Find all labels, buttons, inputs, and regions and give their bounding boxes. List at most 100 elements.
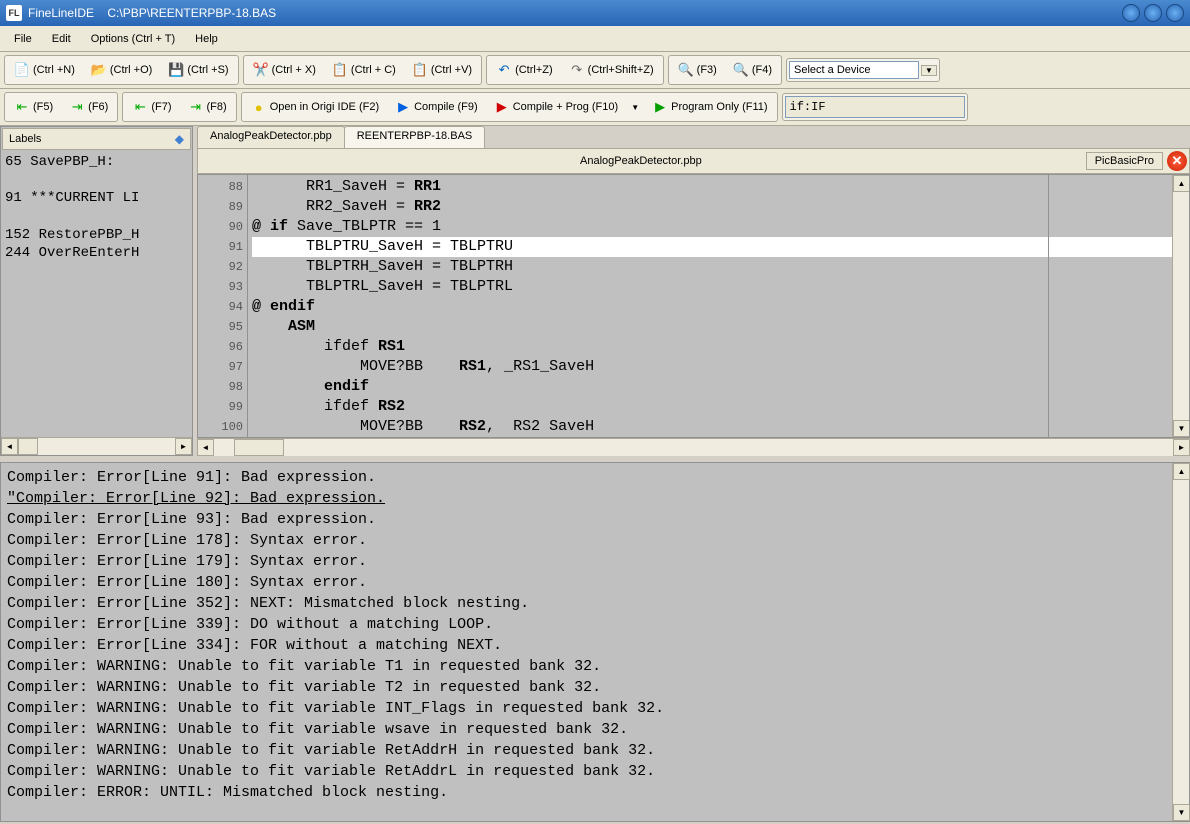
paste-button[interactable]: 📋(Ctrl +V) xyxy=(405,58,479,82)
program-only-button[interactable]: ▶Program Only (F11) xyxy=(645,95,774,119)
labels-hscroll[interactable]: ◄ ► xyxy=(1,437,192,455)
label-line[interactable] xyxy=(5,208,188,226)
format-f7[interactable]: ⇤(F7) xyxy=(125,95,178,119)
snippet-input[interactable]: if:IF xyxy=(785,96,965,118)
minimize-button[interactable] xyxy=(1122,4,1140,22)
output-line[interactable]: Compiler: Error[Line 93]: Bad expression… xyxy=(7,509,1166,530)
menu-edit[interactable]: Edit xyxy=(42,29,81,49)
code-line[interactable]: RR2_SaveH = RR2 xyxy=(252,197,1172,217)
code-line[interactable]: ifdef RS1 xyxy=(252,337,1172,357)
indent-left-f5[interactable]: ⇤(F5) xyxy=(7,95,60,119)
scroll-right-button[interactable]: ► xyxy=(1173,439,1190,456)
device-dropdown-arrow[interactable]: ▼ xyxy=(921,65,937,76)
open-button[interactable]: 📂(Ctrl +O) xyxy=(84,58,159,82)
dropdown-arrow-icon[interactable]: ▼ xyxy=(627,99,643,115)
find-next-button[interactable]: 🔍(F4) xyxy=(726,58,779,82)
format2-icon: ⇥ xyxy=(188,99,204,115)
tab-analog[interactable]: AnalogPeakDetector.pbp xyxy=(197,126,345,148)
output-line[interactable]: Compiler: WARNING: Unable to fit variabl… xyxy=(7,656,1166,677)
code-line[interactable]: @ if Save_TBLPTR == 1 xyxy=(252,217,1172,237)
scroll-down-button[interactable]: ▼ xyxy=(1173,420,1190,437)
tab-reenter[interactable]: REENTERPBP-18.BAS xyxy=(344,126,486,148)
output-line[interactable]: Compiler: WARNING: Unable to fit variabl… xyxy=(7,740,1166,761)
scroll-up-button[interactable]: ▲ xyxy=(1173,463,1190,480)
device-select[interactable]: Select a Device xyxy=(789,61,919,79)
labels-panel: Labels ◆ 65 SavePBP_H: 91 ***CURRENT LI … xyxy=(0,126,193,456)
output-line[interactable]: Compiler: Error[Line 334]: FOR without a… xyxy=(7,635,1166,656)
compile-button[interactable]: ▶Compile (F9) xyxy=(388,95,485,119)
label-line[interactable]: 152 RestorePBP_H xyxy=(5,226,188,244)
output-line[interactable]: Compiler: Error[Line 352]: NEXT: Mismatc… xyxy=(7,593,1166,614)
save-disk-icon: 💾 xyxy=(168,62,184,78)
output-panel: Compiler: Error[Line 91]: Bad expression… xyxy=(0,462,1190,822)
undo-button[interactable]: ↶(Ctrl+Z) xyxy=(489,58,560,82)
format-f8[interactable]: ⇥(F8) xyxy=(181,95,234,119)
play-green-icon: ▶ xyxy=(652,99,668,115)
code-line[interactable]: @ endif xyxy=(252,297,1172,317)
scroll-thumb[interactable] xyxy=(234,439,284,456)
label-line[interactable]: 91 ***CURRENT LI xyxy=(5,189,188,207)
indent-right-f6[interactable]: ⇥(F6) xyxy=(62,95,115,119)
code-line[interactable]: RR1_SaveH = RR1 xyxy=(252,177,1172,197)
labels-title: Labels xyxy=(9,133,41,145)
label-line[interactable]: 65 SavePBP_H: xyxy=(5,153,188,171)
save-button[interactable]: 💾(Ctrl +S) xyxy=(161,58,235,82)
editor-vscroll[interactable]: ▲ ▼ xyxy=(1172,175,1189,437)
open-folder-icon: 📂 xyxy=(91,62,107,78)
close-file-button[interactable]: ✕ xyxy=(1167,151,1187,171)
editor-hscroll[interactable]: ◄ ► xyxy=(197,438,1190,456)
output-line[interactable]: Compiler: Error[Line 180]: Syntax error. xyxy=(7,572,1166,593)
close-window-button[interactable] xyxy=(1166,4,1184,22)
compiler-output[interactable]: Compiler: Error[Line 91]: Bad expression… xyxy=(1,463,1172,821)
menu-file[interactable]: File xyxy=(4,29,42,49)
find-button[interactable]: 🔍(F3) xyxy=(671,58,724,82)
new-button[interactable]: 📄(Ctrl +N) xyxy=(7,58,82,82)
labels-list[interactable]: 65 SavePBP_H: 91 ***CURRENT LI 152 Resto… xyxy=(1,151,192,437)
output-line[interactable]: Compiler: WARNING: Unable to fit variabl… xyxy=(7,719,1166,740)
cut-button[interactable]: ✂️(Ctrl + X) xyxy=(246,58,323,82)
menu-help[interactable]: Help xyxy=(185,29,228,49)
output-line[interactable]: Compiler: WARNING: Unable to fit variabl… xyxy=(7,677,1166,698)
compile-prog-label: Compile + Prog (F10) xyxy=(513,101,618,113)
scroll-thumb[interactable] xyxy=(18,438,38,455)
code-area[interactable]: RR1_SaveH = RR1 RR2_SaveH = RR2@ if Save… xyxy=(248,175,1172,437)
output-line[interactable]: Compiler: Error[Line 91]: Bad expression… xyxy=(7,467,1166,488)
output-vscroll[interactable]: ▲ ▼ xyxy=(1172,463,1189,821)
output-line[interactable]: Compiler: WARNING: Unable to fit variabl… xyxy=(7,761,1166,782)
scroll-left-button[interactable]: ◄ xyxy=(1,438,18,455)
code-line[interactable]: endif xyxy=(252,377,1172,397)
output-line[interactable]: Compiler: ERROR: UNTIL: Mismatched block… xyxy=(7,782,1166,803)
scroll-up-button[interactable]: ▲ xyxy=(1173,175,1190,192)
label-line[interactable]: 244 OverReEnterH xyxy=(5,244,188,262)
language-button[interactable]: PicBasicPro xyxy=(1086,152,1163,170)
maximize-button[interactable] xyxy=(1144,4,1162,22)
menu-options[interactable]: Options (Ctrl + T) xyxy=(81,29,185,49)
labels-header[interactable]: Labels ◆ xyxy=(2,128,191,150)
label-line[interactable] xyxy=(5,171,188,189)
compile-label: Compile (F9) xyxy=(414,101,478,113)
code-line[interactable]: ifdef RS2 xyxy=(252,397,1172,417)
code-line[interactable]: TBLPTRU_SaveH = TBLPTRU xyxy=(252,237,1172,257)
output-line[interactable]: Compiler: Error[Line 179]: Syntax error. xyxy=(7,551,1166,572)
output-line[interactable]: Compiler: WARNING: Unable to fit variabl… xyxy=(7,698,1166,719)
scroll-right-button[interactable]: ► xyxy=(175,438,192,455)
outdent-icon: ⇥ xyxy=(69,99,85,115)
code-line[interactable]: MOVE?BB RS1, _RS1_SaveH xyxy=(252,357,1172,377)
open-origi-button[interactable]: ●Open in Origi IDE (F2) xyxy=(244,95,386,119)
output-line[interactable]: Compiler: Error[Line 339]: DO without a … xyxy=(7,614,1166,635)
copy-button[interactable]: 📋(Ctrl + C) xyxy=(325,58,403,82)
redo-button[interactable]: ↷(Ctrl+Shift+Z) xyxy=(562,58,661,82)
code-line[interactable]: MOVE?BB RS2, RS2 SaveH xyxy=(252,417,1172,437)
redo-label: (Ctrl+Shift+Z) xyxy=(588,64,654,76)
code-line[interactable]: TBLPTRH_SaveH = TBLPTRH xyxy=(252,257,1172,277)
scroll-down-button[interactable]: ▼ xyxy=(1173,804,1190,821)
toolbar-2: ⇤(F5) ⇥(F6) ⇤(F7) ⇥(F8) ●Open in Origi I… xyxy=(0,89,1190,126)
output-line[interactable]: Compiler: Error[Line 178]: Syntax error. xyxy=(7,530,1166,551)
code-line[interactable]: ASM xyxy=(252,317,1172,337)
file-path: C:\PBP\REENTERPBP-18.BAS xyxy=(107,6,276,20)
code-line[interactable]: TBLPTRL_SaveH = TBLPTRL xyxy=(252,277,1172,297)
find-label: (F3) xyxy=(697,64,717,76)
scroll-left-button[interactable]: ◄ xyxy=(197,439,214,456)
compile-prog-button[interactable]: ▶Compile + Prog (F10) xyxy=(487,95,625,119)
output-line[interactable]: "Compiler: Error[Line 92]: Bad expressio… xyxy=(7,488,1166,509)
